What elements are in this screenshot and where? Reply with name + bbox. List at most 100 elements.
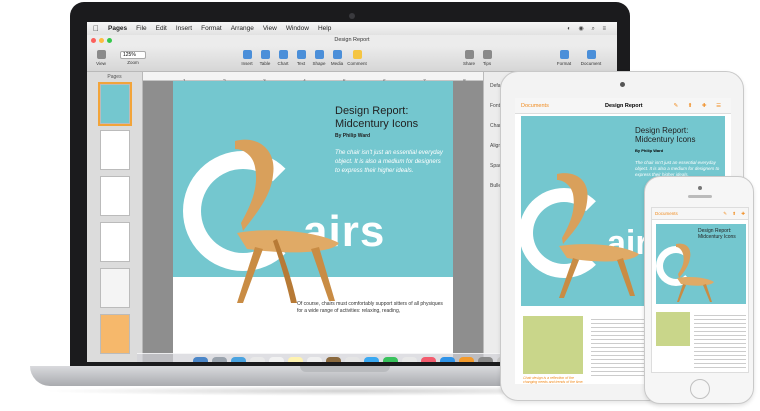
ipad-heading: Design Report: Midcentury Icons — [635, 126, 696, 144]
facetime-icon[interactable] — [382, 357, 398, 362]
insert-button[interactable]: Insert — [237, 49, 257, 71]
itunes-icon[interactable] — [420, 357, 436, 362]
maps-icon[interactable] — [344, 357, 360, 362]
contacts-icon[interactable] — [325, 357, 341, 362]
apple-menu-icon[interactable]:  — [93, 24, 99, 33]
document-button[interactable]: Document — [577, 49, 605, 71]
iphone-body-text — [694, 312, 746, 370]
media-button[interactable]: Media — [327, 49, 347, 71]
chair-image — [235, 139, 339, 303]
system-preferences-icon[interactable] — [477, 357, 493, 362]
traffic-lights — [91, 38, 112, 43]
media-icon — [332, 50, 342, 59]
close-icon[interactable] — [91, 38, 96, 43]
window-title: Design Report — [334, 37, 370, 43]
ipad-author: By Philip Ward — [635, 148, 664, 153]
status-icons: ◐ ◉ ⌕ ≡ — [567, 25, 609, 32]
app-store-icon[interactable] — [439, 357, 455, 362]
insert-icon — [242, 50, 252, 59]
tips-icon — [482, 50, 492, 59]
ipad-camera — [620, 82, 625, 87]
view-icon — [96, 50, 106, 59]
iphone-device: Documents ✎ ⬆ ✚ Design Report: Midcentur… — [644, 176, 754, 404]
document-icon — [586, 50, 596, 59]
menu-window[interactable]: Window — [286, 25, 309, 32]
iphone-nav-bar: Documents ✎ ⬆ ✚ — [652, 208, 748, 220]
page-thumbnail[interactable] — [98, 82, 132, 126]
menu-format[interactable]: Format — [201, 25, 222, 32]
format-button[interactable]: Format — [553, 49, 575, 71]
notes-icon[interactable] — [287, 357, 303, 362]
iphone-documents-button[interactable]: Documents — [652, 211, 678, 216]
ipad-nav-bar: Documents Design Report ✎ ⬆ ✚ ☰ — [515, 98, 731, 114]
menu-edit[interactable]: Edit — [156, 25, 167, 32]
page-thumbnail[interactable] — [100, 314, 130, 354]
calendar-icon[interactable] — [268, 357, 284, 362]
ruler[interactable]: 1 2 3 4 5 6 7 8 — [143, 72, 483, 85]
page-thumbnail[interactable] — [100, 268, 130, 308]
comment-button[interactable]: Comment — [345, 49, 369, 71]
pages-app-icon[interactable] — [458, 357, 474, 362]
iphone-speaker — [688, 195, 712, 198]
page-thumbnail[interactable] — [100, 222, 130, 262]
tips-button[interactable]: Tips — [477, 49, 497, 71]
document-body: Of course, chairs must comfortably suppo… — [297, 301, 443, 314]
document-page[interactable]: airs Design Report: Midcentury Icons By … — [173, 81, 453, 362]
menu-bar:  Pages File Edit Insert Format Arrange … — [87, 22, 617, 35]
share-icon — [464, 50, 474, 59]
comment-icon — [352, 50, 362, 59]
ipad-chair-image — [557, 173, 639, 298]
pages-sidebar: Pages — [87, 72, 143, 362]
ipad-documents-button[interactable]: Documents — [521, 98, 549, 114]
zoom-select[interactable]: 125% — [120, 51, 146, 59]
toolbar: View 125% Zoom Insert Table Chart Text S… — [87, 46, 617, 72]
table-button[interactable]: Table — [255, 49, 275, 71]
iphone-photo — [656, 312, 690, 346]
shape-icon — [314, 50, 324, 59]
chart-icon — [278, 50, 288, 59]
iphone-home-button[interactable] — [690, 379, 710, 399]
iphone-camera — [698, 186, 702, 190]
messages-icon[interactable] — [363, 357, 379, 362]
macbook-notch — [300, 366, 390, 372]
pages-sidebar-label: Pages — [107, 74, 122, 80]
document-author: By Philip Ward — [335, 133, 371, 139]
chart-button[interactable]: Chart — [273, 49, 293, 71]
document-title: Design Report: Midcentury Icons — [335, 105, 419, 130]
photo-booth-icon[interactable] — [401, 357, 417, 362]
menu-pages[interactable]: Pages — [108, 25, 127, 32]
shape-button[interactable]: Shape — [309, 49, 329, 71]
safari-icon[interactable] — [230, 357, 246, 362]
iphone-screen: Documents ✎ ⬆ ✚ Design Report: Midcentur… — [651, 207, 749, 373]
table-icon — [260, 50, 270, 59]
page-thumbnail[interactable] — [100, 176, 130, 216]
menu-arrange[interactable]: Arrange — [231, 25, 254, 32]
view-button[interactable]: View — [91, 49, 111, 71]
mail-icon[interactable] — [249, 357, 265, 362]
ipad-toolbar-icons[interactable]: ✎ ⬆ ✚ ☰ — [674, 98, 725, 114]
reminders-icon[interactable] — [306, 357, 322, 362]
menu-insert[interactable]: Insert — [176, 25, 192, 32]
page-thumbnail[interactable] — [100, 130, 130, 170]
menu-view[interactable]: View — [263, 25, 277, 32]
ipad-photo — [523, 316, 583, 374]
ipad-body-text — [591, 316, 651, 376]
iphone-toolbar-icons[interactable]: ✎ ⬆ ✚ — [723, 208, 747, 220]
iphone-heading: Design Report: Midcentury Icons — [698, 228, 736, 240]
window-titlebar: Design Report — [87, 35, 617, 46]
document-canvas[interactable]: airs Design Report: Midcentury Icons By … — [143, 81, 483, 362]
text-button[interactable]: Text — [291, 49, 311, 71]
format-icon — [559, 50, 569, 59]
ipad-caption: Chair design is a reflection of the chan… — [523, 376, 584, 384]
launchpad-icon[interactable] — [211, 357, 227, 362]
menu-file[interactable]: File — [136, 25, 146, 32]
ipad-doc-title: Design Report — [605, 103, 643, 109]
text-icon — [296, 50, 306, 59]
share-button[interactable]: Share — [459, 49, 479, 71]
iphone-chair-image — [676, 243, 714, 302]
finder-icon[interactable] — [192, 357, 208, 362]
zoom-icon[interactable] — [107, 38, 112, 43]
document-quote: The chair isn't just an essential everyd… — [335, 150, 443, 174]
menu-help[interactable]: Help — [318, 25, 331, 32]
minimize-icon[interactable] — [99, 38, 104, 43]
